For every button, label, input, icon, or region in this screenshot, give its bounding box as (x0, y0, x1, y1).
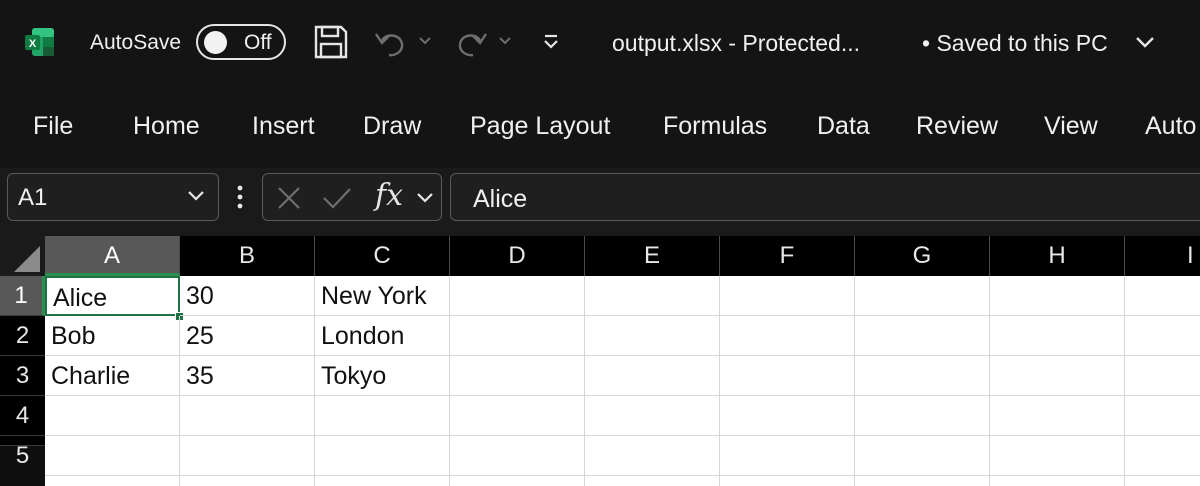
svg-text:X: X (29, 38, 37, 50)
tab-file[interactable]: File (33, 110, 73, 142)
redo-icon[interactable] (454, 24, 490, 60)
cell-a1[interactable]: Alice (45, 276, 180, 316)
tab-page-layout[interactable]: Page Layout (470, 110, 610, 142)
tab-review[interactable]: Review (916, 110, 998, 142)
tab-data[interactable]: Data (817, 110, 870, 142)
tab-formulas[interactable]: Formulas (663, 110, 767, 142)
ribbon-tabs: File Home Insert Draw Page Layout Formul… (0, 86, 1200, 168)
chevron-down-icon[interactable] (1134, 34, 1156, 55)
select-all-button[interactable] (0, 236, 45, 276)
cell-b2[interactable]: 25 (180, 316, 315, 356)
name-box-value: A1 (18, 184, 48, 211)
save-icon[interactable] (313, 24, 349, 60)
formula-input[interactable]: Alice (450, 173, 1200, 221)
cell-c1[interactable]: New York (315, 276, 450, 316)
cell-b3[interactable]: 35 (180, 356, 315, 396)
formula-actions: fx (262, 173, 442, 221)
spreadsheet-grid: A B C D E F G H I 1 2 3 4 5 Alice 30 New… (0, 236, 1200, 486)
column-header-d[interactable]: D (450, 236, 585, 276)
title-bar: X AutoSave Off output.xlsx - Protected..… (0, 0, 1200, 86)
tab-view[interactable]: View (1044, 110, 1098, 142)
column-header-g[interactable]: G (855, 236, 990, 276)
cell-c3[interactable]: Tokyo (315, 356, 450, 396)
tab-draw[interactable]: Draw (363, 110, 421, 142)
name-box[interactable]: A1 (7, 173, 219, 221)
excel-logo-icon[interactable]: X (24, 26, 56, 58)
row-header-5[interactable]: 5 (0, 436, 45, 469)
undo-dropdown-icon[interactable] (418, 34, 432, 53)
tab-automate[interactable]: Auto (1145, 110, 1196, 142)
column-header-a[interactable]: A (45, 236, 180, 276)
column-header-i[interactable]: I (1125, 236, 1200, 276)
cell-b1[interactable]: 30 (180, 276, 315, 316)
redo-dropdown-icon[interactable] (498, 34, 512, 53)
document-title: output.xlsx - Protected... (612, 30, 861, 56)
column-header-c[interactable]: C (315, 236, 450, 276)
chevron-down-icon[interactable] (186, 188, 206, 209)
tab-home[interactable]: Home (133, 110, 200, 142)
more-options-icon[interactable] (234, 182, 246, 217)
column-header-b[interactable]: B (180, 236, 315, 276)
tab-insert[interactable]: Insert (252, 110, 315, 142)
formula-input-value: Alice (473, 185, 528, 213)
undo-icon[interactable] (372, 24, 408, 60)
customize-toolbar-icon[interactable] (541, 30, 561, 59)
autosave-label: AutoSave (90, 31, 182, 54)
column-header-f[interactable]: F (720, 236, 855, 276)
row-header-4[interactable]: 4 (0, 396, 45, 436)
row-header-2[interactable]: 2 (0, 316, 45, 356)
cell-area: Alice 30 New York Bob 25 London Charlie … (45, 276, 1200, 486)
autosave-state-label: Off (244, 31, 272, 54)
insert-function-icon[interactable]: fx (375, 178, 403, 214)
autosave-toggle[interactable]: Off (196, 24, 286, 60)
column-header-e[interactable]: E (585, 236, 720, 276)
row-header-3[interactable]: 3 (0, 356, 45, 396)
column-header-h[interactable]: H (990, 236, 1125, 276)
cell-c2[interactable]: London (315, 316, 450, 356)
cell-a3[interactable]: Charlie (45, 356, 180, 396)
chevron-down-icon[interactable] (415, 190, 435, 211)
row-header-1[interactable]: 1 (0, 276, 45, 316)
cell-a2[interactable]: Bob (45, 316, 180, 356)
toggle-knob (204, 31, 227, 54)
cancel-icon[interactable] (275, 184, 303, 217)
enter-check-icon[interactable] (321, 184, 353, 217)
save-status[interactable]: • Saved to this PC (922, 29, 1108, 57)
